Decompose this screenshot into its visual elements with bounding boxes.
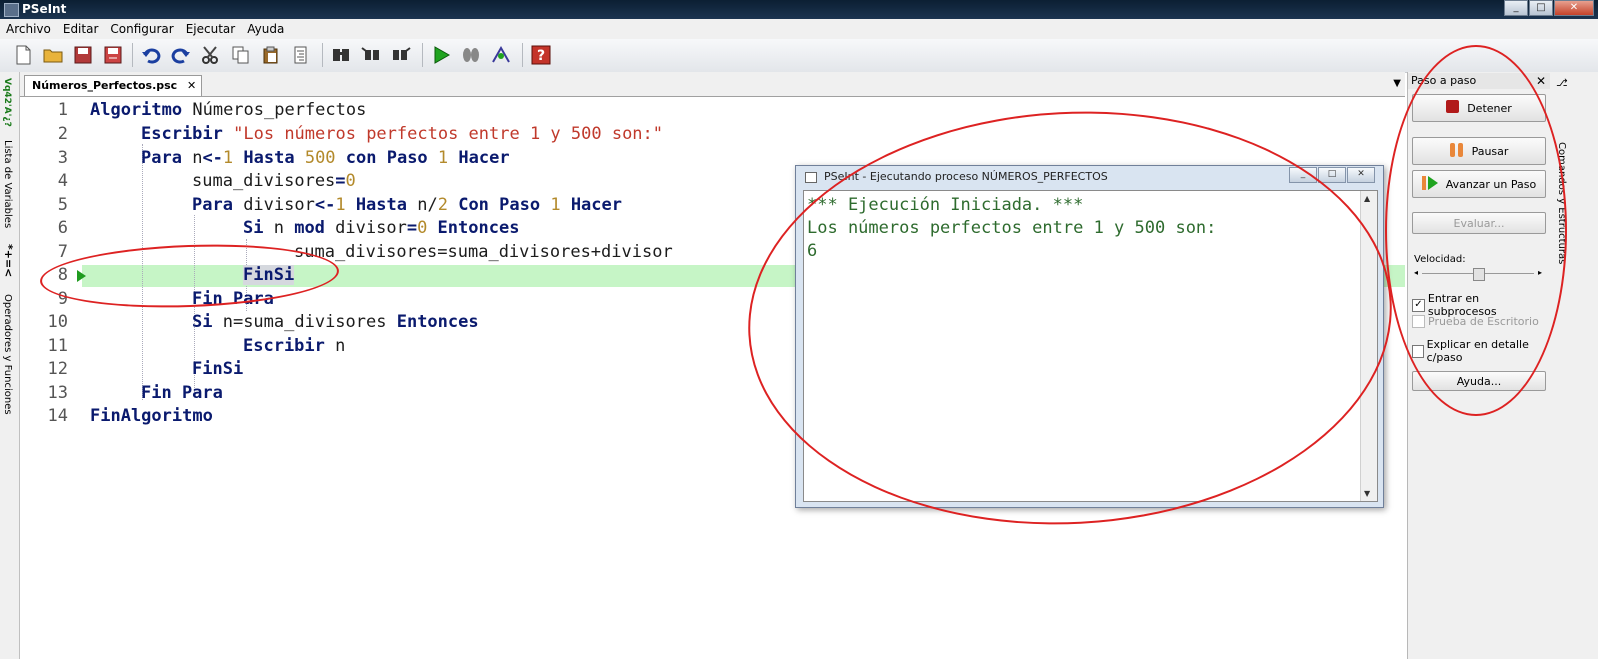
run-icon[interactable] [430,44,452,66]
line-number: 13 [47,383,68,403]
tab-file[interactable]: Números_Perfectos.psc ✕ [24,75,203,96]
save-as-icon[interactable] [102,44,124,66]
variables-tab[interactable]: Lista de Variables [2,140,13,228]
code-line: suma_divisores=0 [192,171,356,191]
window-controls: _ □ ✕ [1503,0,1594,16]
line-number: 10 [47,312,68,332]
scroll-up-icon[interactable]: ▲ [1364,194,1370,203]
code-line: Fin Para [141,383,223,403]
step-icon[interactable] [460,44,482,66]
tab-file-label: Números_Perfectos.psc [32,79,178,92]
line-number: 5 [57,195,68,215]
code-line: Para n<-1 Hasta 500 con Paso 1 Hacer [141,148,510,168]
line-number: 7 [57,242,68,262]
left-sidebar: Vq42'A'¿? Lista de Variables *+=< Operad… [0,72,20,659]
line-number: 6 [57,218,68,238]
tab-strip: Números_Perfectos.psc ✕ ▼ [20,72,1405,97]
find-next-icon[interactable] [390,44,412,66]
menu-bar: Archivo Editar Configurar Ejecutar Ayuda [0,19,1598,39]
scroll-down-icon[interactable]: ▼ [1364,489,1370,498]
line-number: 12 [47,359,68,379]
code-line: Para divisor<-1 Hasta n/2 Con Paso 1 Hac… [192,195,622,215]
toolbar: ? [0,39,1598,73]
code-line: FinAlgoritmo [90,406,213,426]
undo-icon[interactable] [140,44,162,66]
close-button[interactable]: ✕ [1554,0,1594,16]
title-bar: PSeInt _ □ ✕ [0,0,1598,19]
app-icon [4,3,19,17]
menu-ejecutar[interactable]: Ejecutar [186,22,236,36]
menu-editar[interactable]: Editar [63,22,99,36]
tab-dropdown-icon[interactable]: ▼ [1393,78,1401,89]
panel-close-icon[interactable]: ✕ [1536,73,1546,89]
indent-icon[interactable] [290,44,312,66]
svg-text:?: ? [537,48,545,64]
variables-icon[interactable]: Vq42'A'¿? [2,78,12,127]
find-prev-icon[interactable] [360,44,382,66]
code-line: FinSi [192,359,244,379]
debug-icon[interactable] [490,44,512,66]
code-line: Escribir n [243,336,346,356]
window-title: PSeInt [22,2,67,16]
paste-icon[interactable] [260,44,282,66]
maximize-button[interactable]: □ [1529,0,1553,16]
minimize-button[interactable]: _ [1504,0,1528,16]
tab-close-icon[interactable]: ✕ [187,76,196,96]
operators-icon[interactable]: *+=< [2,244,15,277]
line-number: 2 [57,124,68,144]
line-number: 4 [57,171,68,191]
save-icon[interactable] [72,44,94,66]
help-icon[interactable]: ? [530,44,552,66]
find-icon[interactable] [330,44,352,66]
operators-tab[interactable]: Operadores y Funciones [2,294,13,415]
copy-icon[interactable] [230,44,252,66]
open-folder-icon[interactable] [42,44,64,66]
code-line: suma_divisores=suma_divisores+divisor [294,242,673,262]
line-number: 14 [47,406,68,426]
line-number: 11 [47,336,68,356]
code-line: Algoritmo Números_perfectos [90,100,367,120]
annotation-circle-panel [1385,45,1567,416]
run-close-button[interactable]: ✕ [1347,167,1375,183]
code-line: Si n mod divisor=0 Entonces [243,218,520,238]
menu-configurar[interactable]: Configurar [110,22,173,36]
run-maximize-button[interactable]: □ [1318,167,1346,183]
cut-icon[interactable] [200,44,222,66]
redo-icon[interactable] [170,44,192,66]
line-number: 1 [57,100,68,120]
console-window-icon [805,172,817,183]
line-number: 3 [57,148,68,168]
menu-archivo[interactable]: Archivo [6,22,51,36]
menu-ayuda[interactable]: Ayuda [247,22,284,36]
code-line: Escribir "Los números perfectos entre 1 … [141,124,664,144]
new-file-icon[interactable] [12,44,34,66]
code-line: Si n=suma_divisores Entonces [192,312,479,332]
commands-icon[interactable]: ⎇ [1556,78,1568,89]
